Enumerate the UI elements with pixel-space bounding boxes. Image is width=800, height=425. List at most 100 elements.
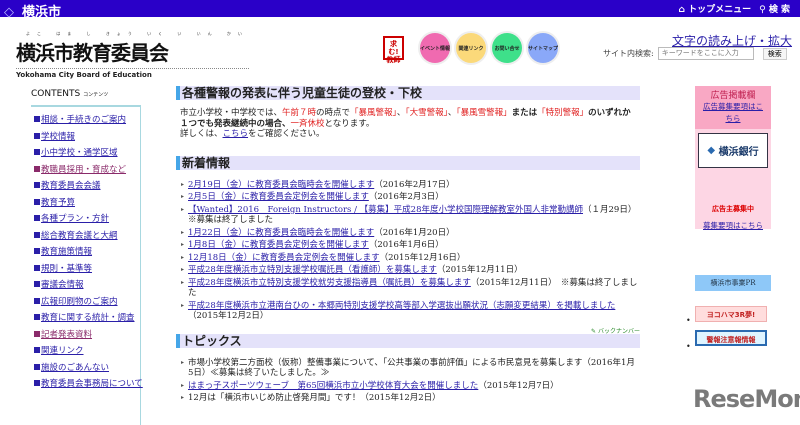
- topics-note: （2015年12月7日）: [478, 380, 559, 391]
- bullet: •: [686, 342, 691, 351]
- sidebar-link[interactable]: 教育施策情報: [41, 247, 92, 257]
- sidebar-link[interactable]: 相談・手続きのご案内: [41, 115, 126, 125]
- event-button[interactable]: イベント情報: [420, 33, 450, 63]
- square-bullet-icon: [34, 264, 40, 271]
- square-bullet-icon: [34, 149, 40, 155]
- search-input[interactable]: [657, 47, 754, 60]
- sidebar-link[interactable]: 広報印刷物のご案内: [41, 297, 118, 307]
- contents-title: CONTENTS: [31, 89, 81, 99]
- logo-title: 横浜市教育委員会: [16, 41, 169, 65]
- news-link[interactable]: 2月5日（金）に教育委員会定例会を開催します: [188, 192, 369, 202]
- sidebar: CONTENTS コンテンツ 相談・手続きのご案内 学校情報小中学校・通学区域 教職…: [31, 89, 143, 425]
- sidebar-link[interactable]: 関連リンク: [41, 346, 84, 356]
- news-link[interactable]: 平成28年度横浜市立特別支援学校嘱託員（看護師）を募集します: [188, 265, 437, 275]
- sidebar-item[interactable]: 総合教育会議と大綱: [34, 228, 140, 245]
- sidebar-item[interactable]: 小中学校・通学区域: [34, 145, 140, 162]
- sidebar-link[interactable]: 審議会情報: [41, 280, 84, 290]
- resemom-watermark: ReseMom: [693, 385, 800, 413]
- news-item: 2月5日（金）に教育委員会定例会を開催します（2016年2月3日）: [181, 192, 640, 203]
- news-link[interactable]: 2月19日（金）に教育委員会臨時会を開催します: [188, 180, 374, 190]
- sidebar-link[interactable]: 総合教育会議と大綱: [41, 231, 118, 241]
- sidebar-item[interactable]: 広報印刷物のご案内: [34, 294, 140, 311]
- news-link[interactable]: 1月22日（金）に教育委員会臨時会を開催します: [188, 228, 374, 238]
- ad-recruit-link[interactable]: 広告募集要項はこちら: [695, 101, 771, 125]
- news-item: 12月18日（金）に教育委員会定例会を開催します（2015年12月16日）: [181, 253, 640, 264]
- details-link[interactable]: こちら: [223, 129, 249, 139]
- square-bullet-icon: [34, 347, 40, 353]
- t: 詳しくは、: [180, 129, 223, 139]
- news-link[interactable]: 【Wanted】2016 Foreign Instructors / 【募集】平…: [188, 205, 583, 215]
- sidebar-item[interactable]: 相談・手続きのご案内: [34, 112, 140, 129]
- sidebar-link[interactable]: 教職員採用・育成など: [41, 165, 126, 175]
- back-number-link[interactable]: ✎ バックナンバー: [176, 326, 640, 335]
- square-bullet-icon: [34, 380, 40, 386]
- logo-english: Yokohama City Board of Education: [16, 68, 249, 79]
- news-link[interactable]: 平成28年度横浜市立港南台ひの・本郷両特別支援学校高等部入学選抜出願状況（志願変…: [188, 301, 615, 311]
- search-button[interactable]: 検索: [762, 47, 787, 60]
- search-link[interactable]: ⚲ 検 索: [759, 2, 790, 15]
- sidebar-link[interactable]: 学校情報: [41, 132, 75, 142]
- sidebar-item[interactable]: 施設のごあんない: [34, 360, 140, 377]
- news-link[interactable]: 平成28年度横浜市立特別支援学校就労支援指導員（嘱託員）を募集します: [188, 278, 471, 288]
- square-bullet-icon: [34, 198, 40, 205]
- news-item: 2月19日（金）に教育委員会臨時会を開催します（2016年2月17日）: [181, 180, 640, 191]
- links-button[interactable]: 関連リンク: [456, 33, 486, 63]
- news-note: （2016年1月20日）: [374, 227, 455, 238]
- news-note: （2015年12月2日）: [188, 311, 269, 321]
- sidebar-link[interactable]: 教育委員会会議: [41, 181, 101, 191]
- square-bullet-icon: [34, 231, 40, 238]
- sidebar-link[interactable]: 規則・基準等: [41, 264, 92, 274]
- news-link[interactable]: 12月18日（金）に教育委員会定例会を開催します: [188, 253, 380, 263]
- sidebar-link[interactable]: 記者発表資料: [41, 330, 92, 340]
- main-content: 各種警報の発表に伴う児童生徒の登校・下校 市立小学校・中学校では、午前７時の時点…: [176, 86, 640, 406]
- sidebar-item[interactable]: 記者発表資料: [34, 327, 140, 344]
- sidebar-item[interactable]: 教職員採用・育成など: [34, 162, 140, 179]
- sidebar-item[interactable]: 教育施策情報: [34, 244, 140, 261]
- sidebar-item[interactable]: 教育予算: [34, 195, 140, 212]
- square-bullet-icon: [34, 132, 40, 139]
- bank-name: 横浜銀行: [718, 147, 759, 158]
- sidebar-link[interactable]: 施設のごあんない: [41, 363, 109, 373]
- contact-button[interactable]: お問い合せ: [492, 33, 522, 63]
- sidebar-link[interactable]: 教育委員会事務局について: [41, 379, 143, 389]
- sidebar-item[interactable]: 関連リンク: [34, 343, 140, 360]
- city-logo[interactable]: ◇ 横浜市: [4, 1, 61, 20]
- search-icon: ⚲: [759, 5, 766, 15]
- sidebar-link[interactable]: 各種プラン・方針: [41, 214, 109, 224]
- t: または: [511, 108, 538, 118]
- sidebar-item[interactable]: 各種プラン・方針: [34, 211, 140, 228]
- square-bullet-icon: [34, 314, 40, 320]
- search-label: サイト内検索:: [603, 49, 654, 58]
- top-bar: ◇ 横浜市 ⌂ トップメニュー ⚲ 検 索: [0, 0, 800, 20]
- sidebar-link[interactable]: 教育予算: [41, 198, 75, 208]
- sidebar-link[interactable]: 小中学校・通学区域: [41, 148, 118, 158]
- advertiser-wanted: 広告主募集中: [712, 205, 754, 213]
- recruit-teacher-button[interactable]: 求む!教師: [383, 36, 404, 64]
- news-list: 2月19日（金）に教育委員会臨時会を開催します（2016年2月17日）2月5日（…: [176, 170, 640, 322]
- square-bullet-icon: [34, 330, 40, 337]
- sidebar-item[interactable]: 学校情報: [34, 129, 140, 146]
- board-logo[interactable]: よこ はま し きょう いく い いん かい 横浜市教育委員会 Yokohama…: [16, 31, 249, 79]
- news-link[interactable]: 1月8日（金）に教育委員会定例会を開催します: [188, 240, 369, 250]
- sitemap-button[interactable]: サイトマップ: [528, 33, 558, 63]
- sidebar-link[interactable]: 教育に関する統計・調査: [41, 313, 135, 323]
- bank-logo-icon: ◆: [707, 145, 716, 156]
- sidebar-item[interactable]: 規則・基準等: [34, 261, 140, 278]
- yokohama-bank-ad[interactable]: ◆ 横浜銀行: [698, 133, 768, 168]
- sidebar-item[interactable]: 教育に関する統計・調査: [34, 310, 140, 327]
- square-bullet-icon: [34, 116, 40, 122]
- city-emblem-icon: ◇: [4, 5, 14, 20]
- sidebar-item[interactable]: 審議会情報: [34, 277, 140, 294]
- square-bullet-icon: [34, 248, 40, 254]
- sidebar-item[interactable]: 教育委員会会議: [34, 178, 140, 195]
- weather-alert-banner[interactable]: 警報注意報情報: [695, 330, 767, 346]
- sidebar-item[interactable]: 教育委員会事務局について: [34, 376, 143, 393]
- contents-sub: コンテンツ: [83, 92, 109, 98]
- t: をご確認ください。: [248, 129, 325, 139]
- t: 「暴風雪警報」: [456, 108, 512, 118]
- top-menu-link[interactable]: ⌂ トップメニュー: [679, 2, 752, 15]
- topics-link[interactable]: はまっ子スポーツウェーブ 第65回横浜市立小学校体育大会を開催しました: [188, 381, 478, 391]
- ad-guideline-link[interactable]: 募集要項はこちら: [695, 220, 771, 232]
- 3r-banner[interactable]: ヨコハマ3R夢!: [695, 306, 767, 322]
- t: 「大雪警報」: [405, 108, 448, 118]
